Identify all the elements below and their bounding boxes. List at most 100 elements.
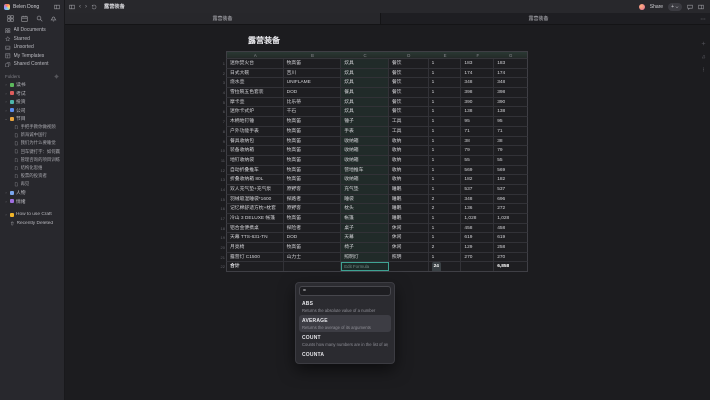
formula-suggestion[interactable]: COUNTA	[299, 349, 391, 360]
table-cell[interactable]: 餐具	[341, 88, 389, 97]
sidebar-document-item[interactable]: 管理咨询的项目训练	[0, 156, 64, 164]
table-cell[interactable]: 枕头	[341, 204, 389, 213]
formula-suggestion[interactable]: AVERAGEReturns the average of its argume…	[299, 315, 391, 332]
new-document-button[interactable]: +	[668, 3, 682, 11]
table-cell[interactable]	[461, 262, 494, 271]
sidebar-item-my-templates[interactable]: My Templates	[3, 52, 61, 61]
row-number[interactable]: 7	[218, 117, 225, 127]
table-cell[interactable]: 1	[429, 156, 462, 165]
table-cell[interactable]: 餐饮	[389, 69, 429, 78]
sidebar-item-all-documents[interactable]: All Documents	[3, 26, 61, 35]
selected-formula-cell[interactable]: Edit Formula	[341, 262, 389, 271]
table-cell[interactable]: 1	[429, 98, 462, 107]
row-number[interactable]: 21	[218, 253, 225, 263]
table-cell[interactable]: 收纳箱	[341, 175, 389, 184]
disclosure-chevron-icon[interactable]: ›	[4, 82, 8, 87]
formula-input[interactable]: =	[299, 286, 391, 296]
table-cell[interactable]: 椅子	[341, 243, 389, 252]
table-cell[interactable]: 458	[461, 224, 494, 233]
table-cell[interactable]: 炊具	[341, 59, 389, 68]
search-icon[interactable]	[36, 15, 43, 22]
table-cell[interactable]: 1	[429, 253, 462, 262]
table-cell[interactable]: 24	[429, 262, 462, 271]
table-cell[interactable]: 牧高笛	[284, 166, 342, 175]
table-cell[interactable]: 桌子	[341, 224, 389, 233]
table-cell[interactable]: 睡眠	[389, 185, 429, 194]
table-cell[interactable]: 餐具收纳包	[227, 137, 284, 146]
table-cell[interactable]: 牧高笛	[284, 59, 342, 68]
table-cell[interactable]: DOD	[284, 233, 342, 242]
table-cell[interactable]: 1	[429, 127, 462, 136]
table-cell[interactable]: 1,028	[494, 214, 527, 223]
table-cell[interactable]: 装备收纳箱	[227, 146, 284, 155]
sidebar-folder-item[interactable]: ›人物	[0, 189, 64, 198]
table-cell[interactable]: 1	[429, 214, 462, 223]
table-cell[interactable]: 1	[429, 146, 462, 155]
table-cell[interactable]: 照明	[389, 253, 429, 262]
table-cell[interactable]: 174	[494, 69, 527, 78]
table-cell[interactable]: 270	[494, 253, 527, 262]
row-number[interactable]: 12	[218, 166, 225, 176]
table-cell[interactable]: 1	[429, 117, 462, 126]
sidebar-document-item[interactable]: 新海诚中国行	[0, 131, 64, 139]
table-cell[interactable]: 398	[461, 88, 494, 97]
formula-suggestion[interactable]: COUNTCounts how many numbers are in the …	[299, 332, 391, 349]
table-cell[interactable]: 山力士	[284, 253, 342, 262]
row-number[interactable]: 9	[218, 137, 225, 147]
sidebar-folder-item[interactable]: ›公司	[0, 106, 64, 115]
table-cell[interactable]: 569	[461, 166, 494, 175]
table-cell[interactable]: 炊具	[341, 107, 389, 116]
disclosure-chevron-icon[interactable]: ›	[4, 199, 8, 204]
share-button[interactable]: Share	[650, 4, 663, 10]
table-cell[interactable]: 537	[494, 185, 527, 194]
table-cell[interactable]: 牧高笛	[284, 146, 342, 155]
right-panel-icon[interactable]	[698, 4, 704, 10]
table-cell[interactable]: 1	[429, 69, 462, 78]
table-cell[interactable]: 619	[461, 233, 494, 242]
table-cell[interactable]: 2	[429, 204, 462, 213]
table-cell[interactable]: 71	[461, 127, 494, 136]
table-cell[interactable]: 95	[461, 117, 494, 126]
column-letter[interactable]: A	[227, 52, 284, 58]
table-cell[interactable]: 71	[494, 127, 527, 136]
table-cell[interactable]: 冷山 3 DELUXE 帐篷	[227, 214, 284, 223]
table-cell[interactable]: 537	[461, 185, 494, 194]
table-cell[interactable]: 1	[429, 175, 462, 184]
row-number[interactable]: 20	[218, 243, 225, 253]
sidebar-footer-item[interactable]: ›How to use Craft	[0, 211, 64, 220]
table-cell[interactable]: 569	[494, 166, 527, 175]
table-cell[interactable]: 睡眠	[389, 214, 429, 223]
table-cell[interactable]: 95	[494, 117, 527, 126]
sidebar-document-item[interactable]: 手把手教你做视频	[0, 123, 64, 131]
table-cell[interactable]: 收纳箱	[341, 156, 389, 165]
table-cell[interactable]: 129	[461, 243, 494, 252]
table-cell[interactable]: 木柄地钉锤	[227, 117, 284, 126]
table-cell[interactable]: 458	[494, 224, 527, 233]
table-cell[interactable]: 258	[494, 243, 527, 252]
table-cell[interactable]: 餐饮	[389, 88, 429, 97]
row-number[interactable]: 10	[218, 146, 225, 156]
row-number[interactable]: 3	[218, 78, 225, 88]
table-cell[interactable]: 日式大碗	[227, 69, 284, 78]
notifications-bell-icon[interactable]	[50, 15, 57, 22]
documents-grid-icon[interactable]	[7, 15, 14, 22]
table-cell[interactable]: 390	[494, 98, 527, 107]
table-cell[interactable]: 79	[494, 146, 527, 155]
table-cell[interactable]: 38	[461, 137, 494, 146]
back-icon[interactable]: ‹	[79, 4, 81, 10]
table-cell[interactable]: 1	[429, 59, 462, 68]
table-cell[interactable]: 牧高笛	[284, 243, 342, 252]
table-cell[interactable]: 露营灯 C1500	[227, 253, 284, 262]
table-cell[interactable]: 牧高笛	[284, 214, 342, 223]
table-cell[interactable]: 79	[461, 146, 494, 155]
sidebar-folder-item[interactable]: ⌄节目	[0, 115, 64, 124]
table-cell[interactable]: 工具	[389, 127, 429, 136]
table-cell[interactable]: 双人充气垫+充气泵	[227, 185, 284, 194]
disclosure-chevron-icon[interactable]: ⌄	[4, 116, 8, 121]
add-block-icon[interactable]	[701, 41, 706, 46]
table-cell[interactable]: 收纳箱	[341, 146, 389, 155]
table-cell[interactable]: 牧高笛	[284, 137, 342, 146]
sidebar-folder-item[interactable]: ›考试	[0, 89, 64, 98]
sidebar-document-item[interactable]: 回车键打字：如何赢	[0, 148, 64, 156]
table-cell[interactable]: 比乐蒂	[284, 98, 342, 107]
